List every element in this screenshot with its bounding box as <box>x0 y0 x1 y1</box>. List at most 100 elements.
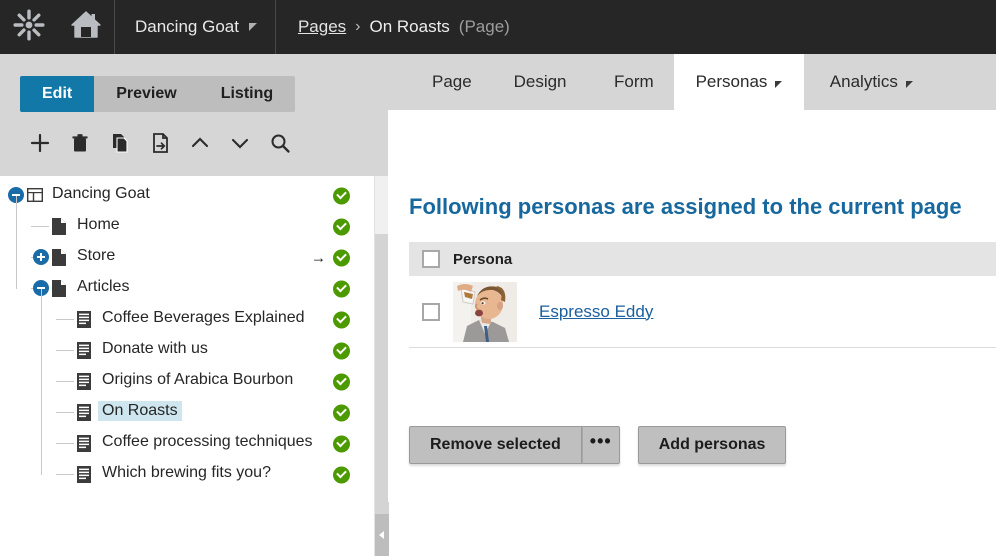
tree-node-label[interactable]: Which brewing fits you? <box>98 463 275 483</box>
home-icon <box>70 10 102 45</box>
select-all-checkbox-cell[interactable] <box>409 250 453 268</box>
status-badge <box>333 373 350 390</box>
chevron-down-icon <box>248 23 257 31</box>
status-badge <box>333 218 350 235</box>
tab-label: Analytics <box>829 72 898 91</box>
tab-personas[interactable]: Personas <box>673 54 805 110</box>
tab-analytics[interactable]: Analytics <box>808 54 935 110</box>
tree-scrollbar-track[interactable] <box>375 234 389 514</box>
move-up-icon[interactable] <box>180 123 220 163</box>
row-checkbox-cell[interactable] <box>409 302 453 321</box>
new-page-icon[interactable] <box>20 123 60 163</box>
tree-node[interactable]: Dancing Goat <box>0 180 374 211</box>
tree-node[interactable]: Articles <box>0 273 374 304</box>
tree-node[interactable]: On Roasts <box>0 397 374 428</box>
select-all-checkbox[interactable] <box>422 250 440 268</box>
breadcrumb-type: (Page) <box>458 17 510 36</box>
status-badge <box>333 280 350 297</box>
tree-node-label[interactable]: Donate with us <box>98 339 212 359</box>
personas-tab-content: Following personas are assigned to the c… <box>388 110 996 502</box>
node-link-arrow-icon: → <box>311 249 326 266</box>
tree-node[interactable]: Coffee processing techniques <box>0 428 374 459</box>
tree-node[interactable]: Donate with us <box>0 335 374 366</box>
tree-connector <box>56 381 74 382</box>
persona-link[interactable]: Espresso Eddy <box>539 302 653 322</box>
article-icon <box>76 341 94 361</box>
search-icon[interactable] <box>260 123 300 163</box>
tab-form[interactable]: Form <box>592 54 676 110</box>
status-badge <box>333 311 350 328</box>
tab-label: Personas <box>695 72 768 91</box>
tree-node-label[interactable]: On Roasts <box>98 401 182 421</box>
breadcrumb-current: On Roasts <box>369 17 450 36</box>
breadcrumb-separator-icon: › <box>355 18 361 35</box>
tree-node[interactable]: Home <box>0 211 374 242</box>
page-tree[interactable]: Dancing Goat Home Store → Articles Coffee Bev… <box>0 176 388 556</box>
tree-node-label[interactable]: Coffee Beverages Explained <box>98 308 309 328</box>
table-header-row: Persona <box>409 242 996 276</box>
chevron-down-icon <box>775 80 783 88</box>
article-icon <box>76 434 94 454</box>
tree-node-label[interactable]: Articles <box>73 277 133 297</box>
remove-selected-button[interactable]: Remove selected <box>409 426 582 464</box>
tree-connector <box>56 350 74 351</box>
site-selector-label: Dancing Goat <box>135 17 239 36</box>
tab-page[interactable]: Page <box>410 54 494 110</box>
tree-connector <box>56 474 74 475</box>
tab-label: Design <box>513 72 567 91</box>
column-header-persona: Persona <box>453 250 513 268</box>
view-mode-preview[interactable]: Preview <box>94 76 198 112</box>
view-mode-switcher: Edit Preview Listing <box>20 76 296 112</box>
tree-node[interactable]: Origins of Arabica Bourbon <box>0 366 374 397</box>
chevron-down-icon <box>905 80 913 88</box>
tree-scrollbar-thumb[interactable] <box>375 514 389 556</box>
editor-tabs: Page Design Form Personas Analytics <box>388 54 996 110</box>
tree-connector <box>16 196 17 289</box>
article-icon <box>76 310 94 330</box>
move-down-icon[interactable] <box>220 123 260 163</box>
site-selector[interactable]: Dancing Goat <box>115 0 275 54</box>
tree-connector <box>56 443 74 444</box>
move-icon[interactable] <box>140 123 180 163</box>
tree-connector <box>56 319 74 320</box>
tree-node-label[interactable]: Dancing Goat <box>48 184 154 204</box>
article-icon <box>76 403 94 423</box>
avatar <box>453 281 517 342</box>
top-header-bar: Dancing Goat Pages › On Roasts (Page) <box>0 0 996 54</box>
tab-design[interactable]: Design <box>492 54 589 110</box>
tab-label: Page <box>432 72 472 91</box>
tree-node[interactable]: Which brewing fits you? <box>0 459 374 490</box>
home-button[interactable] <box>57 0 114 54</box>
status-badge <box>333 342 350 359</box>
site-icon <box>26 186 44 206</box>
tree-node[interactable]: Coffee Beverages Explained <box>0 304 374 335</box>
app-logo-button[interactable] <box>0 0 57 54</box>
page-icon <box>51 279 69 299</box>
page-icon <box>51 217 69 237</box>
tree-scrollbar[interactable] <box>374 176 389 556</box>
status-badge <box>333 249 350 266</box>
kentico-asterisk-logo-icon <box>12 8 46 47</box>
page-title: Following personas are assigned to the c… <box>409 194 962 219</box>
status-badge <box>333 187 350 204</box>
delete-icon[interactable] <box>60 123 100 163</box>
view-mode-edit[interactable]: Edit <box>20 76 95 112</box>
breadcrumb-link-pages[interactable]: Pages <box>298 17 346 37</box>
tree-node-label[interactable]: Origins of Arabica Bourbon <box>98 370 297 390</box>
table-row[interactable]: Espresso Eddy <box>409 276 996 348</box>
view-mode-listing[interactable]: Listing <box>199 76 295 112</box>
more-actions-button[interactable]: ••• <box>581 426 620 464</box>
tree-node[interactable]: Store → <box>0 242 374 273</box>
copy-icon[interactable] <box>100 123 140 163</box>
tree-node-label[interactable]: Home <box>73 215 124 235</box>
status-badge <box>333 404 350 421</box>
tree-node-label[interactable]: Store <box>73 246 119 266</box>
tree-connector <box>56 412 74 413</box>
expand-node-icon[interactable] <box>33 249 49 265</box>
tree-node-label[interactable]: Coffee processing techniques <box>98 432 317 452</box>
status-badge <box>333 466 350 483</box>
article-icon <box>76 372 94 392</box>
row-checkbox[interactable] <box>422 302 440 321</box>
add-personas-button[interactable]: Add personas <box>637 426 787 464</box>
tab-label: Form <box>614 72 654 91</box>
